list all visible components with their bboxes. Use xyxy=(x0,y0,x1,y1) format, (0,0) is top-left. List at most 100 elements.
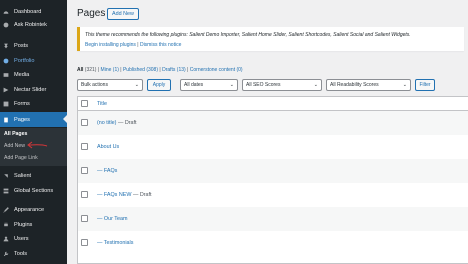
row-checkbox[interactable] xyxy=(81,167,88,174)
sidebar-item-label: Media xyxy=(14,71,30,78)
view-all[interactable]: All xyxy=(77,67,83,73)
table-row: About Us xyxy=(78,135,468,159)
sidebar-item-users[interactable]: Users xyxy=(0,232,67,245)
add-new-button[interactable]: Add New xyxy=(107,8,139,20)
sidebar-item-forms[interactable]: Forms xyxy=(0,97,67,110)
pin-icon xyxy=(3,43,9,49)
begin-installing-link[interactable]: Begin installing plugins xyxy=(85,42,136,48)
view-drafts[interactable]: Drafts (13) xyxy=(162,67,186,73)
row-checkbox[interactable] xyxy=(81,119,88,126)
notice-links: Begin installing plugins | Dismiss this … xyxy=(85,42,181,48)
plugin-icon xyxy=(3,222,9,228)
dashboard-icon xyxy=(3,9,9,15)
submenu-all-pages[interactable]: All Pages xyxy=(4,131,27,137)
sidebar-item-label: Portfolio xyxy=(14,57,35,64)
sidebar-item-nectar-slider[interactable]: Nectar Slider xyxy=(0,83,67,96)
chevron-down-icon: ⌄ xyxy=(229,82,234,88)
bulk-actions-value: Bulk actions xyxy=(81,82,108,88)
portfolio-icon xyxy=(3,58,9,64)
wrench-icon xyxy=(3,251,9,257)
chevron-down-icon: ⌄ xyxy=(402,82,407,88)
table-row: (no title) — Draft xyxy=(78,111,468,135)
notice-text: This theme recommends the following plug… xyxy=(85,32,411,38)
row-title[interactable]: — FAQs NEW — Draft xyxy=(97,192,152,198)
sidebar-item-label: Users xyxy=(14,235,29,242)
row-checkbox[interactable] xyxy=(81,191,88,198)
row-title[interactable]: — Our Team xyxy=(97,216,127,222)
sidebar-item-label: Forms xyxy=(14,100,30,107)
sidebar-item-portfolio[interactable]: Portfolio xyxy=(0,54,67,67)
readability-value: All Readability Scores xyxy=(330,82,379,88)
table-header-row: Title xyxy=(78,97,468,111)
submenu-add-new[interactable]: Add New xyxy=(4,143,25,149)
dates-value: All dates xyxy=(184,82,204,88)
row-checkbox[interactable] xyxy=(81,215,88,222)
row-title[interactable]: (no title) — Draft xyxy=(97,120,137,126)
slider-icon xyxy=(3,87,9,93)
table-row: — FAQs NEW — Draft xyxy=(78,183,468,207)
view-all-count: (321) xyxy=(84,67,97,73)
chevron-down-icon: ⌄ xyxy=(313,82,318,88)
pages-table: Title (no title) — Draft About Us — FAQs… xyxy=(77,96,468,264)
readability-select[interactable]: All Readability Scores ⌄ xyxy=(326,79,411,91)
sidebar-item-label: Ask Robintek xyxy=(14,21,47,28)
sidebar-item-salient[interactable]: Salient xyxy=(0,169,67,182)
sidebar-item-pages[interactable]: Pages xyxy=(0,112,67,127)
row-title-text[interactable]: — FAQs NEW xyxy=(97,192,131,198)
column-title[interactable]: Title xyxy=(97,101,107,107)
dates-select[interactable]: All dates ⌄ xyxy=(180,79,238,91)
seo-scores-value: All SEO Scores xyxy=(246,82,281,88)
view-cornerstone[interactable]: Cornerstone content (0) xyxy=(190,67,243,73)
view-published[interactable]: Published (308) xyxy=(123,67,158,73)
question-icon xyxy=(3,22,9,28)
sidebar-item-label: Global Sections xyxy=(14,187,54,194)
row-checkbox[interactable] xyxy=(81,143,88,150)
page-title: Pages xyxy=(77,8,106,19)
sidebar-item-media[interactable]: Media xyxy=(0,68,67,81)
seo-scores-select[interactable]: All SEO Scores ⌄ xyxy=(242,79,322,91)
users-icon xyxy=(3,236,9,242)
view-mine[interactable]: Mine (1) xyxy=(101,67,119,73)
sidebar-item-tools[interactable]: Tools xyxy=(0,247,67,260)
row-state: — Draft xyxy=(116,120,137,126)
main-content: Pages Add New This theme recommends the … xyxy=(67,0,468,264)
select-all-checkbox[interactable] xyxy=(81,100,88,107)
sidebar-item-ask-robintek[interactable]: Ask Robintek xyxy=(0,18,67,31)
sidebar-item-plugins[interactable]: Plugins xyxy=(0,218,67,231)
row-title-text[interactable]: — Our Team xyxy=(97,216,127,222)
table-row: — Our Team xyxy=(78,207,468,231)
apply-button[interactable]: Apply xyxy=(147,79,171,91)
brush-icon xyxy=(3,206,9,213)
plugin-notice: This theme recommends the following plug… xyxy=(77,27,464,51)
sidebar-item-label: Nectar Slider xyxy=(14,86,47,93)
row-title[interactable]: — Testimonials xyxy=(97,240,133,246)
sidebar-item-label: Appearance xyxy=(14,206,45,213)
sidebar-item-label: Pages xyxy=(14,116,30,123)
global-sections-icon xyxy=(3,188,9,194)
row-title-text[interactable]: — Testimonials xyxy=(97,240,133,246)
table-row: — Testimonials xyxy=(78,231,468,255)
filter-button[interactable]: Filter xyxy=(415,79,435,91)
chevron-down-icon: ⌄ xyxy=(134,82,139,88)
table-row: — FAQs xyxy=(78,159,468,183)
row-checkbox[interactable] xyxy=(81,239,88,246)
red-arrow-annotation xyxy=(27,141,48,149)
row-state: — Draft xyxy=(131,192,152,198)
sidebar-item-appearance[interactable]: Appearance xyxy=(0,203,67,216)
row-title-text[interactable]: (no title) xyxy=(97,120,116,126)
row-title-text[interactable]: About Us xyxy=(97,144,119,150)
sidebar-item-posts[interactable]: Posts xyxy=(0,39,67,52)
row-title[interactable]: About Us xyxy=(97,144,119,150)
dismiss-notice-link[interactable]: Dismiss this notice xyxy=(140,42,181,48)
bulk-actions-select[interactable]: Bulk actions ⌄ xyxy=(77,79,143,91)
submenu-add-page-link[interactable]: Add Page Link xyxy=(4,155,38,161)
forms-icon xyxy=(3,101,9,107)
row-title-text[interactable]: — FAQs xyxy=(97,168,117,174)
sidebar-item-global-sections[interactable]: Global Sections xyxy=(0,184,67,197)
row-title[interactable]: — FAQs xyxy=(97,168,117,174)
salient-icon xyxy=(3,173,9,179)
sidebar-item-label: Salient xyxy=(14,172,32,179)
sidebar-item-label: Plugins xyxy=(14,221,33,228)
sidebar-item-dashboard[interactable]: Dashboard xyxy=(0,5,67,18)
sidebar-item-label: Dashboard xyxy=(14,8,42,15)
